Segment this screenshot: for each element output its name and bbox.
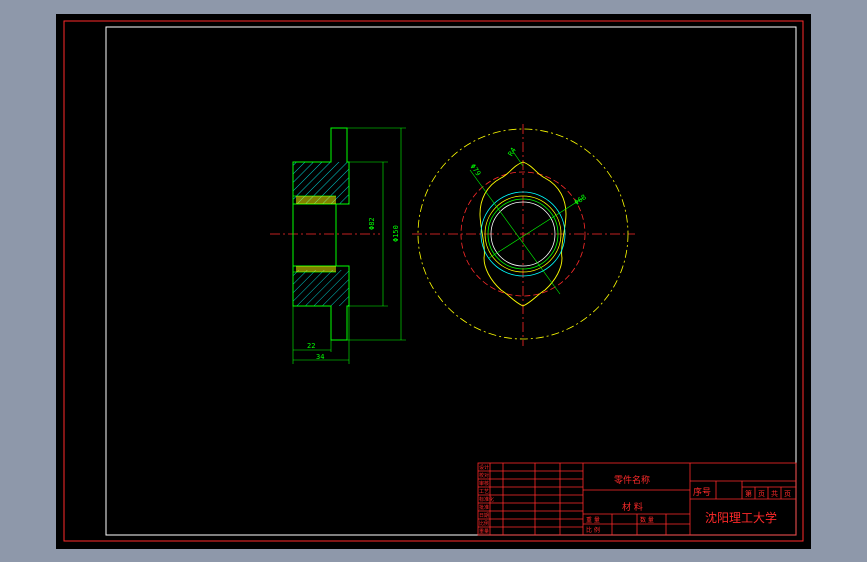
title-block-row-label: 校对 (479, 473, 490, 479)
weight-label: 重 量 (586, 517, 600, 524)
title-block-row-label: 工艺 (479, 489, 490, 495)
school-name: 沈阳理工大学 (705, 511, 778, 525)
scale-label: 比 例 (586, 527, 600, 534)
title-block-row-label: 比例 (479, 521, 490, 527)
cad-drawing-viewport: 22 34 Φ82 Φ150 R4 Φ79 Φ68 零件名称 材 料 序号 沈阳… (0, 0, 867, 562)
serial-no-label: 序号 (693, 488, 712, 498)
title-block-row-label: 审核 (479, 481, 490, 487)
dim-bore-diameter: Φ82 (368, 217, 376, 230)
sheet (56, 14, 811, 549)
sheet-info-2: 页 (758, 490, 765, 498)
title-block-row-label: 日期 (479, 513, 490, 519)
title-block-row-label: 设计 (479, 465, 490, 471)
title-block-row-label: 重量 (479, 529, 490, 535)
dim-outer-diameter: Φ150 (392, 225, 400, 242)
title-block-row-label: 批准 (479, 505, 490, 511)
sheet-info-4: 页 (784, 490, 791, 498)
sheet-info-3: 共 (771, 490, 778, 498)
dim-flange-thickness: 22 (307, 342, 316, 350)
title-block-row-label: 标准化 (479, 497, 495, 503)
part-name-label: 零件名称 (614, 476, 651, 486)
material-label: 材 料 (622, 503, 643, 513)
dim-total-width: 34 (316, 353, 325, 361)
quantity-label: 数 量 (640, 517, 654, 524)
sheet-info-1: 第 (745, 490, 752, 498)
drawing-canvas (56, 14, 811, 549)
